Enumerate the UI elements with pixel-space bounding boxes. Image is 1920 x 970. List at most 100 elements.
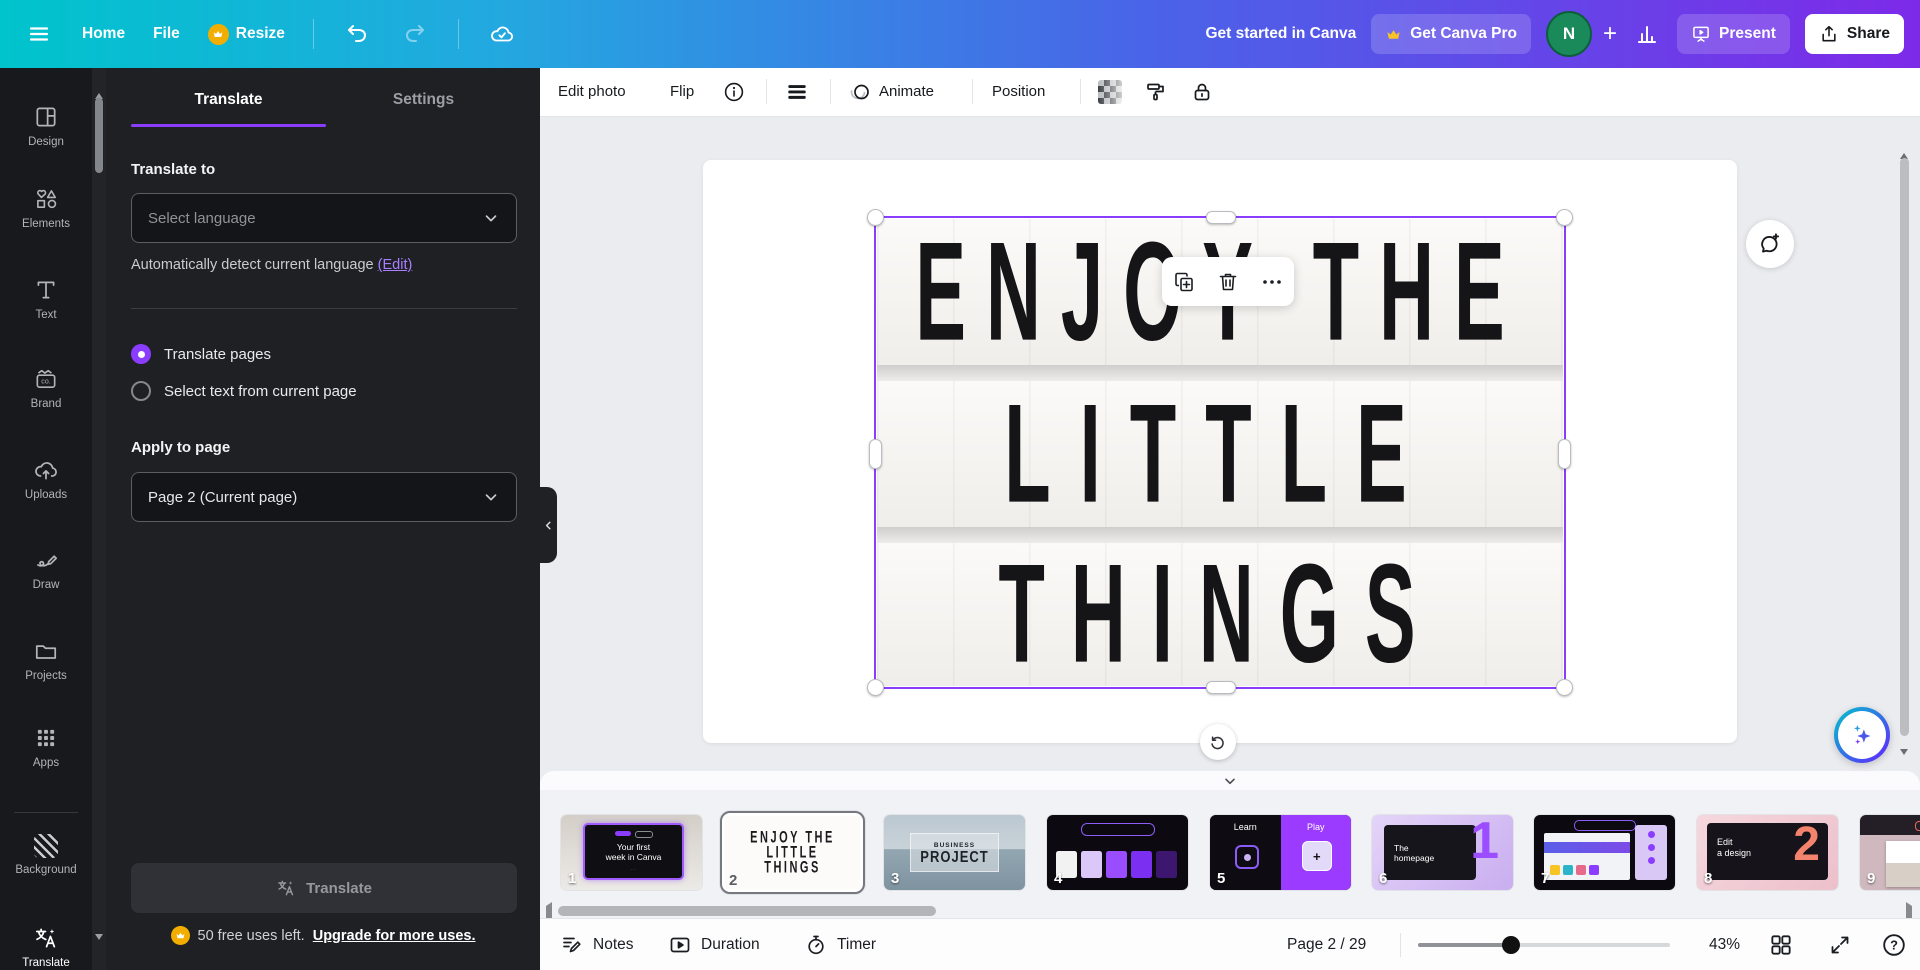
grid-view-icon	[1768, 932, 1794, 958]
page-select[interactable]: Page 2 (Current page)	[131, 472, 517, 522]
get-canva-pro-button[interactable]: Get Canva Pro	[1371, 14, 1531, 54]
vertical-scrollbar[interactable]	[1900, 158, 1909, 736]
page-thumbnail-1[interactable]: Your firstweek in Canva · · · 1	[561, 815, 702, 890]
menu-file[interactable]: File	[153, 25, 180, 43]
help-button[interactable]: ?	[1880, 919, 1908, 970]
page-thumbnail-2-selected[interactable]: ENJOY THE LITTLE THINGS 2	[720, 811, 865, 894]
sidebar-item-text[interactable]: Text	[0, 277, 92, 321]
flip-button[interactable]: Flip	[670, 68, 694, 115]
sidebar-item-elements[interactable]: Elements	[0, 186, 92, 230]
copy-style-button[interactable]	[1144, 68, 1168, 115]
sidebar-item-apps[interactable]: Apps	[0, 725, 92, 769]
strip-scrollbar-thumb[interactable]	[558, 906, 936, 916]
share-button[interactable]: Share	[1805, 14, 1904, 54]
notes-button[interactable]: Notes	[560, 919, 634, 970]
undo-button[interactable]	[342, 19, 372, 49]
transparency-button[interactable]	[1098, 68, 1122, 115]
tab-translate[interactable]: Translate	[131, 80, 326, 120]
page-thumbnail-9[interactable]: 9	[1860, 815, 1920, 890]
zoom-slider[interactable]	[1418, 943, 1670, 947]
radio-translate-pages[interactable]: Translate pages	[131, 344, 271, 364]
page-thumbnail-6[interactable]: Thehomepage 1 6	[1372, 815, 1513, 890]
insights-button[interactable]	[1632, 19, 1662, 49]
panel-collapse-button[interactable]	[540, 487, 557, 563]
resize-handle-e[interactable]	[1558, 439, 1571, 469]
resize-handle-ne[interactable]	[1556, 209, 1573, 226]
zoom-level[interactable]: 43%	[1680, 919, 1740, 970]
page-thumbnail-8[interactable]: Edita design 2 8	[1697, 815, 1838, 890]
rotate-handle[interactable]	[1200, 724, 1236, 760]
upgrade-link[interactable]: Upgrade for more uses.	[313, 928, 476, 944]
present-button[interactable]: Present	[1677, 14, 1790, 54]
page-number: 4	[1054, 870, 1062, 887]
cloud-check-icon	[489, 21, 515, 47]
fullscreen-button[interactable]	[1828, 919, 1852, 970]
page-indicator[interactable]: Page 2 / 29	[1287, 919, 1366, 970]
sidebar-item-design[interactable]: Design	[0, 104, 92, 148]
folder-icon	[33, 638, 59, 664]
menu-resize[interactable]: Resize	[208, 24, 285, 45]
resize-handle-w[interactable]	[869, 439, 882, 469]
tab-settings[interactable]: Settings	[326, 80, 521, 120]
language-select[interactable]: Select language	[131, 193, 517, 243]
scroll-up-arrow[interactable]	[95, 76, 103, 94]
duration-icon	[668, 933, 692, 957]
page-thumbnail-7[interactable]: 7	[1534, 815, 1675, 890]
resize-handle-s[interactable]	[1206, 681, 1236, 694]
duration-button[interactable]: Duration	[668, 919, 760, 970]
edit-photo-button[interactable]: Edit photo	[558, 68, 626, 115]
info-button[interactable]	[722, 68, 746, 115]
sidebar-item-uploads[interactable]: Uploads	[0, 457, 92, 501]
sidebar-scrollbar[interactable]	[92, 68, 106, 970]
main-menu-button[interactable]	[24, 19, 54, 49]
more-options-button[interactable]	[1260, 270, 1284, 294]
position-button[interactable]: Position	[992, 68, 1045, 115]
resize-handle-se[interactable]	[1556, 679, 1573, 696]
add-comment-button[interactable]	[1746, 220, 1794, 268]
sidebar-item-background[interactable]: Background	[0, 834, 92, 876]
animate-icon	[848, 80, 872, 104]
sidebar-item-projects[interactable]: Projects	[0, 638, 92, 682]
ellipsis-icon	[1260, 270, 1284, 294]
timer-button[interactable]: Timer	[804, 919, 876, 970]
help-icon: ?	[1880, 931, 1908, 959]
lock-button[interactable]	[1190, 68, 1214, 115]
page-thumbnail-3[interactable]: BUSINESS PROJECT 3	[884, 815, 1025, 890]
resize-handle-sw[interactable]	[867, 679, 884, 696]
redo-button[interactable]	[400, 19, 430, 49]
resize-handle-n[interactable]	[1206, 211, 1236, 224]
crown-icon	[171, 926, 190, 945]
sidebar-item-draw[interactable]: Draw	[0, 547, 92, 591]
text-icon	[33, 277, 59, 303]
duplicate-button[interactable]	[1172, 270, 1196, 294]
avatar[interactable]: N	[1546, 11, 1592, 57]
crown-icon	[1385, 26, 1402, 43]
animate-button[interactable]: Animate	[848, 68, 934, 115]
divider	[972, 79, 973, 104]
scroll-down-arrow[interactable]	[95, 940, 103, 958]
resize-handle-nw[interactable]	[867, 209, 884, 226]
get-started-link[interactable]: Get started in Canva	[1205, 25, 1356, 43]
vscroll-up-arrow[interactable]	[1900, 136, 1908, 154]
adjust-levels-button[interactable]	[784, 68, 810, 115]
grid-view-button[interactable]	[1768, 919, 1794, 970]
filmstrip-collapse-button[interactable]	[1204, 771, 1256, 790]
page-thumbnail-5[interactable]: Learn Play + 5	[1210, 815, 1351, 890]
share-icon	[1819, 24, 1839, 44]
edit-language-link[interactable]: (Edit)	[378, 257, 413, 273]
radio-select-text[interactable]: Select text from current page	[131, 381, 357, 401]
canva-ai-button[interactable]	[1834, 707, 1890, 763]
svg-text:?: ?	[1890, 938, 1898, 953]
top-bar: Home File Resize Get started in Canva	[0, 0, 1920, 68]
add-member-button[interactable]: +	[1603, 20, 1617, 48]
zoom-slider-knob[interactable]	[1502, 936, 1520, 954]
usage-note: 50 free uses left. Upgrade for more uses…	[106, 926, 540, 945]
menu-home[interactable]: Home	[82, 25, 125, 43]
scrollbar-thumb[interactable]	[95, 98, 103, 173]
delete-button[interactable]	[1216, 270, 1240, 294]
sidebar-item-translate[interactable]: Translate	[0, 925, 92, 969]
page-thumbnail-4[interactable]: 4	[1047, 815, 1188, 890]
sidebar-item-brand[interactable]: co. Brand	[0, 366, 92, 410]
translate-button[interactable]: Translate	[131, 863, 517, 913]
cloud-save-status-button[interactable]	[487, 19, 517, 49]
